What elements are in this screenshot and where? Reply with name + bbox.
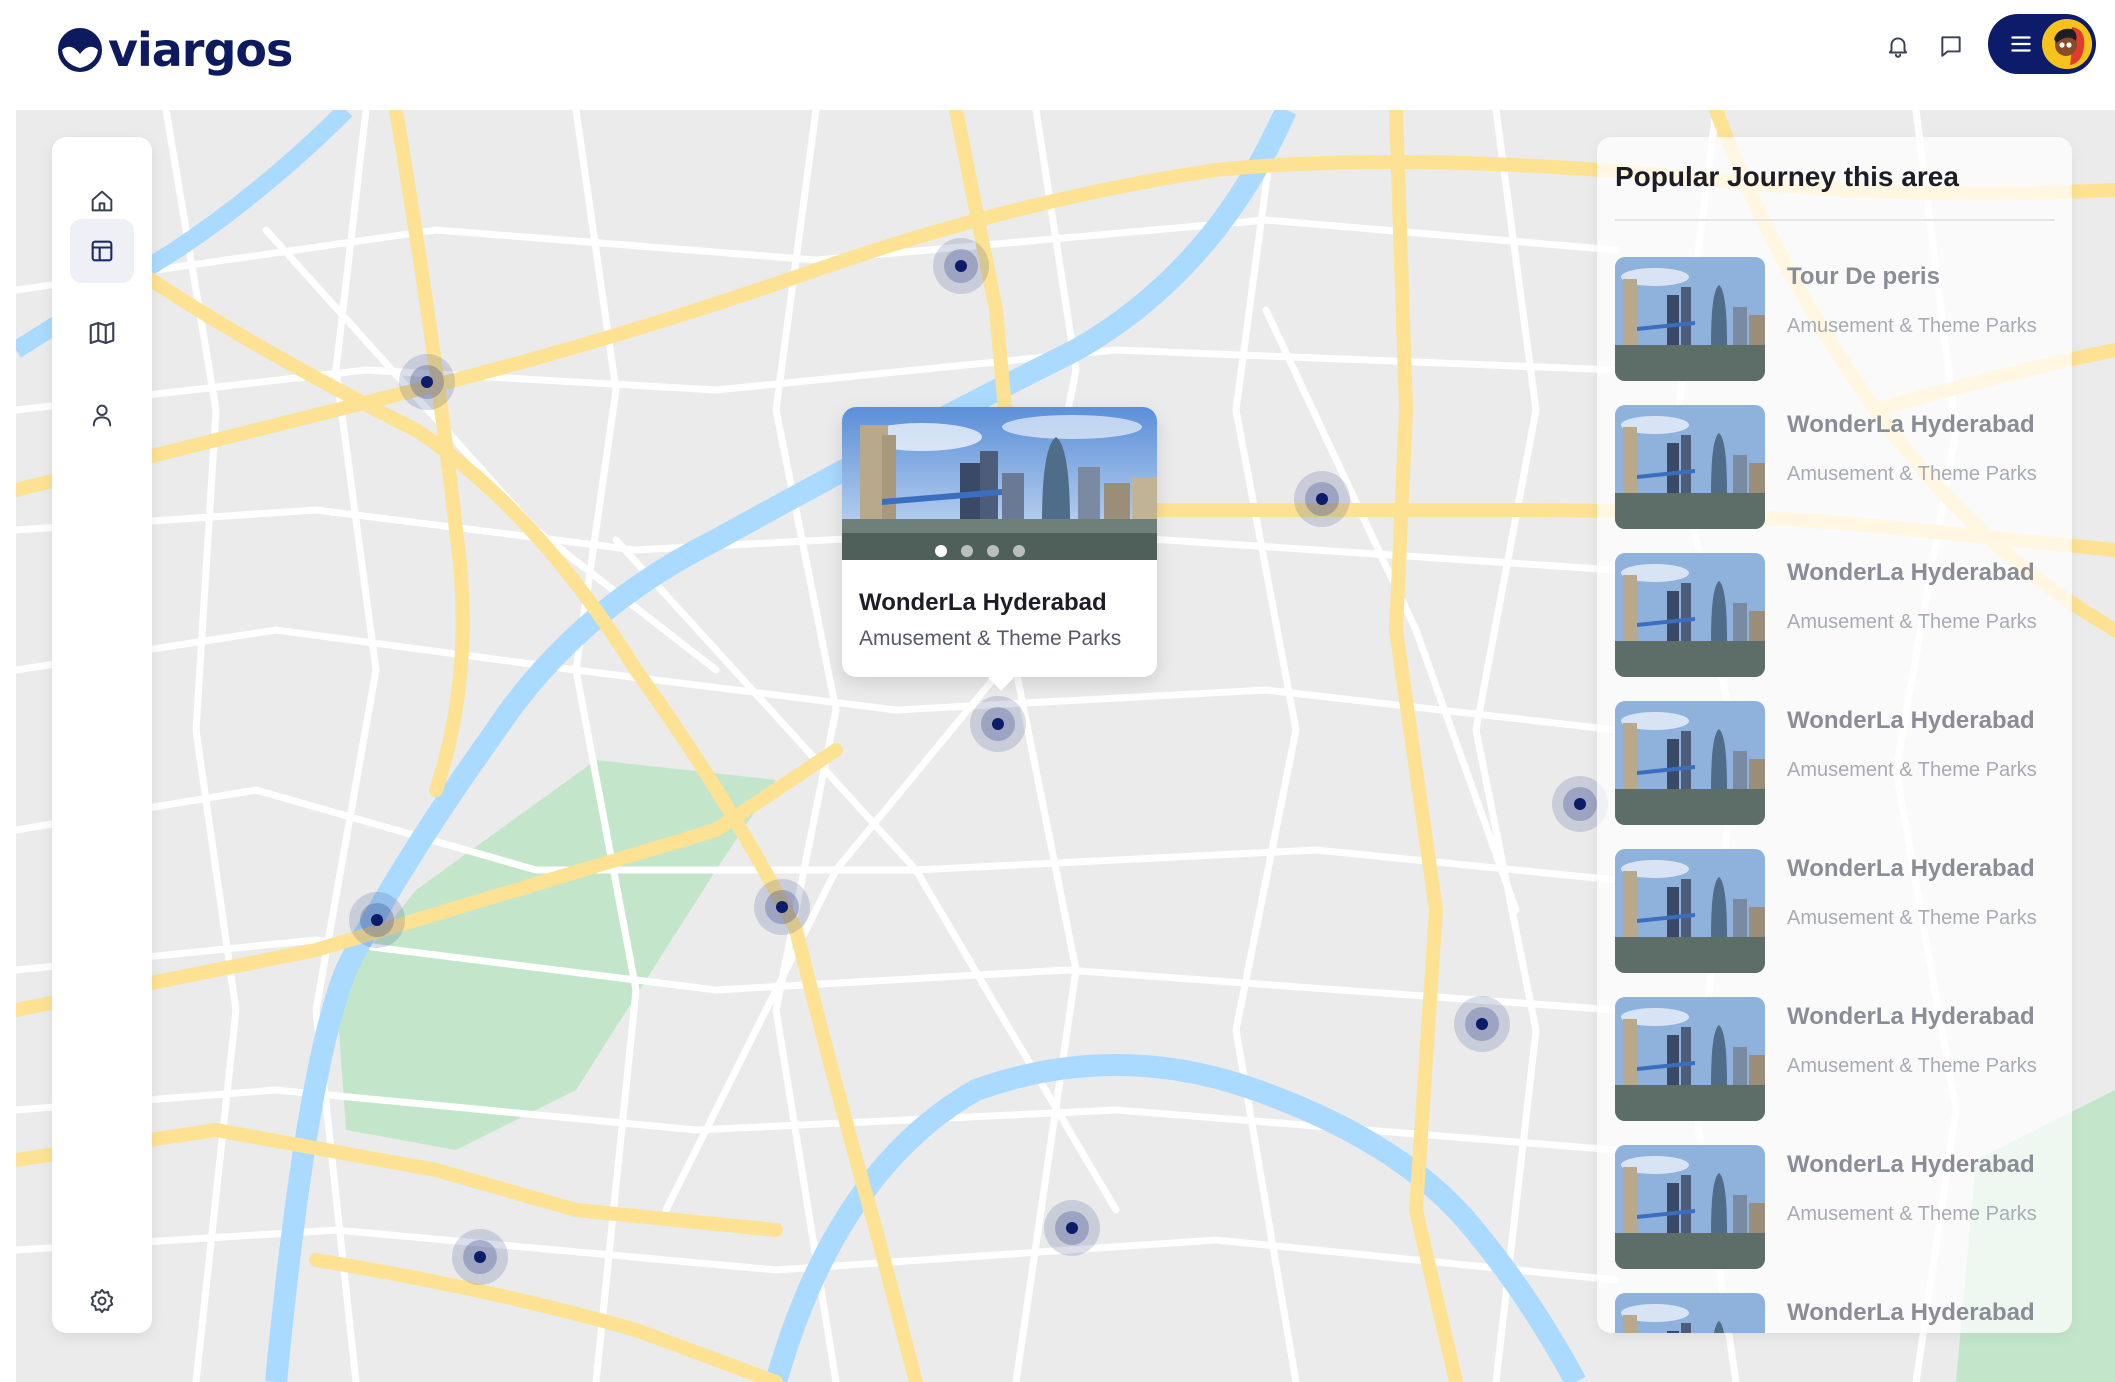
sidebar-item-profile[interactable] bbox=[70, 383, 134, 447]
carousel-dot[interactable] bbox=[1012, 545, 1025, 557]
popup-place-category: Amusement & Theme Parks bbox=[859, 627, 1122, 650]
map-marker[interactable] bbox=[349, 892, 405, 948]
journey-category: Amusement & Theme Parks bbox=[1787, 759, 2037, 781]
popup-place-title: WonderLa Hyderabad bbox=[859, 589, 1107, 616]
journey-title: Tour De peris bbox=[1787, 263, 1940, 290]
sidebar-item-dashboard[interactable] bbox=[70, 219, 134, 283]
panel-title: Popular Journey this area bbox=[1615, 161, 1959, 192]
map-marker-selected[interactable] bbox=[970, 696, 1026, 752]
place-photo[interactable] bbox=[842, 407, 1157, 560]
settings-icon bbox=[90, 1288, 114, 1314]
journey-item[interactable]: WonderLa Hyderabad bbox=[1615, 1293, 2055, 1333]
map-marker[interactable] bbox=[754, 879, 810, 935]
chat-icon[interactable] bbox=[1935, 30, 1967, 62]
map-marker[interactable] bbox=[1454, 996, 1510, 1052]
map-marker[interactable] bbox=[933, 238, 989, 294]
journey-title: WonderLa Hyderabad bbox=[1787, 1151, 2035, 1178]
journey-thumbnail[interactable] bbox=[1615, 553, 1765, 677]
journey-thumbnail[interactable] bbox=[1615, 1293, 1765, 1333]
journey-thumbnail[interactable] bbox=[1615, 997, 1765, 1121]
journey-title: WonderLa Hyderabad bbox=[1787, 559, 2035, 586]
journey-item[interactable]: WonderLa Hyderabad Amusement & Theme Park… bbox=[1615, 849, 2055, 973]
brand-name: viargos bbox=[108, 23, 293, 77]
place-popup-card[interactable]: WonderLa Hyderabad Amusement & Theme Par… bbox=[842, 407, 1157, 691]
sidebar-nav bbox=[52, 137, 152, 1333]
journey-category: Amusement & Theme Parks bbox=[1787, 1203, 2037, 1225]
journey-category: Amusement & Theme Parks bbox=[1787, 1055, 2037, 1077]
journey-item[interactable]: WonderLa Hyderabad Amusement & Theme Park… bbox=[1615, 553, 2055, 677]
user-icon bbox=[92, 404, 112, 427]
logo-mark-icon bbox=[58, 28, 102, 72]
journey-title: WonderLa Hyderabad bbox=[1787, 855, 2035, 882]
journey-category: Amusement & Theme Parks bbox=[1787, 463, 2037, 485]
layout-icon bbox=[91, 240, 113, 262]
journey-category: Amusement & Theme Parks bbox=[1787, 907, 2037, 929]
home-icon bbox=[91, 190, 113, 212]
carousel-dot[interactable] bbox=[934, 545, 947, 557]
journey-thumbnail[interactable] bbox=[1615, 849, 1765, 973]
brand-logo[interactable]: viargos bbox=[58, 20, 293, 80]
journey-item[interactable]: WonderLa Hyderabad Amusement & Theme Park… bbox=[1615, 405, 2055, 529]
journey-thumbnail[interactable] bbox=[1615, 257, 1765, 381]
menu-icon bbox=[2011, 36, 2031, 52]
journey-item[interactable]: WonderLa Hyderabad Amusement & Theme Park… bbox=[1615, 1145, 2055, 1269]
bell-icon[interactable] bbox=[1882, 30, 1914, 62]
journey-item[interactable]: WonderLa Hyderabad Amusement & Theme Park… bbox=[1615, 997, 2055, 1121]
journey-thumbnail[interactable] bbox=[1615, 1145, 1765, 1269]
carousel-dots bbox=[822, 545, 1137, 557]
sidebar-item-map[interactable] bbox=[70, 301, 134, 365]
top-header: viargos bbox=[0, 0, 2115, 108]
journey-title: WonderLa Hyderabad bbox=[1787, 411, 2035, 438]
map-icon bbox=[89, 321, 115, 345]
journey-title: WonderLa Hyderabad bbox=[1787, 707, 2035, 734]
map-marker[interactable] bbox=[1044, 1200, 1100, 1256]
sidebar-item-settings[interactable] bbox=[70, 1269, 134, 1333]
map-marker[interactable] bbox=[1294, 471, 1350, 527]
map-marker[interactable] bbox=[399, 354, 455, 410]
journey-title: WonderLa Hyderabad bbox=[1787, 1003, 2035, 1030]
carousel-dot[interactable] bbox=[986, 545, 999, 557]
avatar[interactable] bbox=[2042, 19, 2092, 69]
journey-thumbnail[interactable] bbox=[1615, 405, 1765, 529]
map-marker[interactable] bbox=[452, 1229, 508, 1285]
divider bbox=[1615, 219, 2055, 221]
journey-item[interactable]: WonderLa Hyderabad Amusement & Theme Park… bbox=[1615, 701, 2055, 825]
carousel-dot[interactable] bbox=[960, 545, 973, 557]
account-menu-button[interactable] bbox=[1988, 14, 2096, 74]
journey-category: Amusement & Theme Parks bbox=[1787, 611, 2037, 633]
popular-journey-panel: Popular Journey this area Tour De peris A… bbox=[1597, 137, 2072, 1333]
journey-title: WonderLa Hyderabad bbox=[1787, 1299, 2035, 1326]
journey-category: Amusement & Theme Parks bbox=[1787, 315, 2037, 337]
journey-thumbnail[interactable] bbox=[1615, 701, 1765, 825]
journey-item[interactable]: Tour De peris Amusement & Theme Parks bbox=[1615, 257, 2055, 381]
